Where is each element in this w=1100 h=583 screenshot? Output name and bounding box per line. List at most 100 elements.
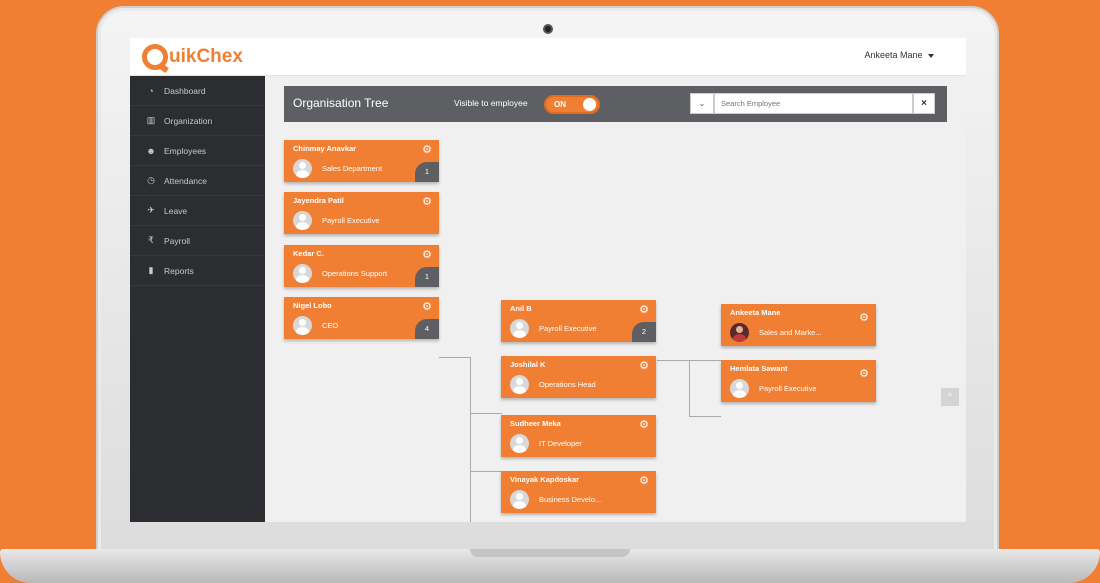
plane-icon: ✈ xyxy=(147,205,155,215)
sidebar-item-label: Payroll xyxy=(164,235,190,246)
chevron-down-icon[interactable]: ⌄ xyxy=(690,93,714,114)
toggle-knob xyxy=(583,98,596,111)
page-title: Organisation Tree xyxy=(293,96,389,110)
employee-role: Payroll Executive xyxy=(322,216,380,225)
logo-q-icon xyxy=(142,44,168,70)
laptop-base xyxy=(0,549,1100,583)
employee-role: IT Developer xyxy=(539,439,582,448)
subordinate-count[interactable]: 4 xyxy=(415,319,439,339)
toggle-label: ON xyxy=(554,100,566,109)
sidebar-item-label: Dashboard xyxy=(164,85,206,96)
search-input[interactable] xyxy=(714,93,913,114)
employee-name: Nigel Lobo xyxy=(293,301,332,310)
sidebar-item-employees[interactable]: ☻ Employees xyxy=(130,136,265,166)
employee-name: Jayendra Patil xyxy=(293,196,344,205)
gear-icon[interactable]: ⚙ xyxy=(859,369,869,380)
user-menu[interactable]: Ankeeta Mane xyxy=(864,50,934,60)
sidebar-item-leave[interactable]: ✈ Leave xyxy=(130,196,265,226)
employee-role: CEO xyxy=(322,321,339,330)
avatar xyxy=(510,434,529,453)
rupee-icon: ₹ xyxy=(148,235,154,245)
user-name: Ankeeta Mane xyxy=(864,50,923,60)
users-icon: ☻ xyxy=(146,145,156,156)
sidebar-item-label: Leave xyxy=(164,205,188,216)
gear-icon[interactable]: ⚙ xyxy=(639,420,649,431)
close-icon[interactable]: × xyxy=(913,93,935,114)
laptop-notch xyxy=(470,549,630,557)
gear-icon[interactable]: ⚙ xyxy=(859,313,869,324)
gear-icon[interactable]: ⚙ xyxy=(639,305,649,316)
gear-icon[interactable]: ⚙ xyxy=(639,476,649,487)
avatar xyxy=(293,316,312,335)
app-screen: uikChex Ankeeta Mane ◔ Dashboard ▥ Organ… xyxy=(130,38,966,522)
employee-role: Payroll Executive xyxy=(759,384,817,393)
sidebar-item-label: Attendance xyxy=(164,175,208,186)
employee-role: Payroll Executive xyxy=(539,324,597,333)
dashboard-icon: ◔ xyxy=(148,85,154,96)
subordinate-count[interactable]: 2 xyxy=(632,322,656,342)
visible-toggle[interactable]: ON xyxy=(544,95,600,114)
employee-name: Sudheer Meka xyxy=(510,419,561,428)
subordinate-count[interactable]: 1 xyxy=(415,267,439,287)
caret-down-icon xyxy=(928,53,934,58)
sidebar-item-payroll[interactable]: ₹ Payroll xyxy=(130,226,265,256)
tree-header: Organisation Tree Visible to employee ON… xyxy=(284,86,947,122)
employee-role: Operations Head xyxy=(539,380,596,389)
employee-name: Chinmay Anavkar xyxy=(293,144,357,153)
avatar xyxy=(293,211,312,230)
avatar xyxy=(510,375,529,394)
tree-connector xyxy=(470,413,502,414)
employee-name: Vinayak Kapdoskar xyxy=(510,475,580,484)
employee-card[interactable]: Nigel Lobo ⚙ CEO 4 xyxy=(284,297,439,339)
sidebar-item-dashboard[interactable]: ◔ Dashboard xyxy=(130,76,265,106)
logo-text: uikChex xyxy=(169,46,243,67)
employee-card[interactable]: Anil B ⚙ Payroll Executive 2 xyxy=(501,300,656,342)
employee-card[interactable]: Chinmay Anavkar ⚙ Sales Department 1 xyxy=(284,140,439,182)
employee-name: Ankeeta Mane xyxy=(730,308,781,317)
tree-connector xyxy=(689,416,721,417)
tree-connector xyxy=(470,471,502,472)
clock-icon: ◷ xyxy=(147,175,155,185)
scroll-up-button[interactable]: ^ xyxy=(941,388,959,406)
sidebar-item-reports[interactable]: ▮ Reports xyxy=(130,256,265,286)
main-content: Organisation Tree Visible to employee ON… xyxy=(265,76,966,522)
sidebar-item-organization[interactable]: ▥ Organization xyxy=(130,106,265,136)
avatar xyxy=(510,319,529,338)
employee-card[interactable]: Kedar C. ⚙ Operations Support 1 xyxy=(284,245,439,287)
employee-name: Kedar C. xyxy=(293,249,324,258)
gear-icon[interactable]: ⚙ xyxy=(422,250,432,261)
camera-icon xyxy=(543,24,553,34)
employee-name: Hemlata Sawant xyxy=(730,364,788,373)
employee-role: Business Develo... xyxy=(539,495,602,504)
avatar xyxy=(293,159,312,178)
bar-chart-icon: ▮ xyxy=(148,265,154,275)
employee-card[interactable]: Ankeeta Mane ⚙ Sales and Marke... xyxy=(721,304,876,346)
employee-card[interactable]: Hemlata Sawant ⚙ Payroll Executive xyxy=(721,360,876,402)
employee-role: Sales Department xyxy=(322,164,383,173)
gear-icon[interactable]: ⚙ xyxy=(422,145,432,156)
employee-name: Joshilal K xyxy=(510,360,546,369)
employee-name: Anil B xyxy=(510,304,532,313)
employee-card[interactable]: Sudheer Meka ⚙ IT Developer xyxy=(501,415,656,457)
bank-icon: ▥ xyxy=(146,115,156,125)
tree-connector xyxy=(470,357,471,522)
employee-card[interactable]: Vinayak Kapdoskar ⚙ Business Develo... xyxy=(501,471,656,513)
avatar xyxy=(510,490,529,509)
logo[interactable]: uikChex xyxy=(142,43,243,71)
tree-connector xyxy=(689,360,690,416)
top-bar: uikChex Ankeeta Mane xyxy=(130,38,966,76)
sidebar-item-label: Employees xyxy=(164,145,207,156)
gear-icon[interactable]: ⚙ xyxy=(422,302,432,313)
sidebar: ◔ Dashboard ▥ Organization ☻ Employees ◷… xyxy=(130,76,265,522)
employee-card[interactable]: Joshilal K ⚙ Operations Head xyxy=(501,356,656,398)
sidebar-item-label: Organization xyxy=(164,115,213,126)
employee-card[interactable]: Jayendra Patil ⚙ Payroll Executive xyxy=(284,192,439,234)
gear-icon[interactable]: ⚙ xyxy=(422,197,432,208)
avatar xyxy=(730,323,749,342)
subordinate-count[interactable]: 1 xyxy=(415,162,439,182)
gear-icon[interactable]: ⚙ xyxy=(639,361,649,372)
avatar xyxy=(293,264,312,283)
sidebar-item-attendance[interactable]: ◷ Attendance xyxy=(130,166,265,196)
sidebar-item-label: Reports xyxy=(164,265,194,276)
avatar xyxy=(730,379,749,398)
